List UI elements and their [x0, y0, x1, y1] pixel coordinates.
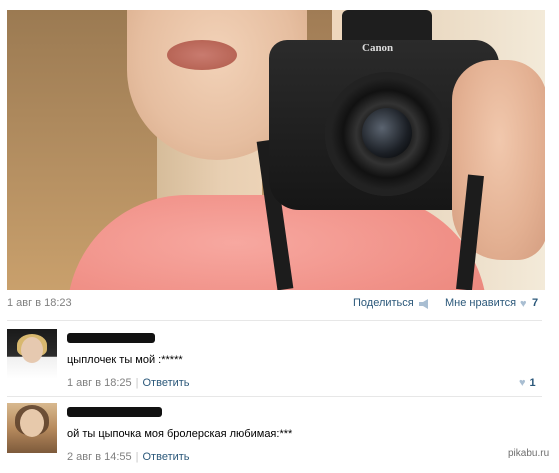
divider [7, 396, 542, 397]
camera-lens-glass [362, 108, 412, 158]
comment-date[interactable]: 2 авг в 14:55 [67, 451, 132, 463]
avatar[interactable] [7, 329, 57, 379]
reply-link[interactable]: Ответить [143, 377, 190, 389]
lips-region [167, 40, 237, 70]
divider [7, 320, 542, 321]
reply-link[interactable]: Ответить [143, 451, 190, 463]
redacted-author-name [67, 407, 162, 417]
comment-text: ой ты цыпочка моя бролерская любимая:*** [67, 428, 293, 440]
like-link[interactable]: Мне нравится [445, 297, 516, 309]
comment-item: цыплочек ты мой :***** 1 авг в 18:25 | Отв… [7, 329, 547, 399]
comment-like[interactable]: ♥ 1 [519, 377, 536, 389]
comment-meta: 2 авг в 14:55 | Ответить [67, 451, 190, 463]
watermark: pikabu.ru [508, 448, 550, 459]
redacted-author-name [67, 333, 155, 343]
comment-date[interactable]: 1 авг в 18:25 [67, 377, 132, 389]
post-date[interactable]: 1 авг в 18:23 [7, 297, 72, 309]
avatar-face [21, 337, 43, 363]
like-count[interactable]: 7 [532, 297, 538, 309]
heart-icon[interactable]: ♥ [520, 298, 527, 310]
comment-like-count[interactable]: 1 [530, 377, 536, 389]
megaphone-icon[interactable] [418, 299, 430, 309]
camera-brand-label: Canon [362, 42, 394, 54]
separator: | [135, 377, 139, 389]
avatar-face [20, 409, 44, 437]
separator: | [135, 451, 139, 463]
post-meta-row: 1 авг в 18:23 Поделиться Мне нравится ♥ … [7, 297, 547, 313]
avatar[interactable] [7, 403, 57, 453]
comment-item: ой ты цыпочка моя бролерская любимая:***… [7, 403, 547, 473]
share-link[interactable]: Поделиться [353, 297, 414, 309]
heart-icon[interactable]: ♥ [519, 377, 526, 389]
comment-meta: 1 авг в 18:25 | Ответить [67, 377, 190, 389]
comment-text: цыплочек ты мой :***** [67, 354, 183, 366]
post-photo[interactable]: Canon [7, 10, 545, 290]
